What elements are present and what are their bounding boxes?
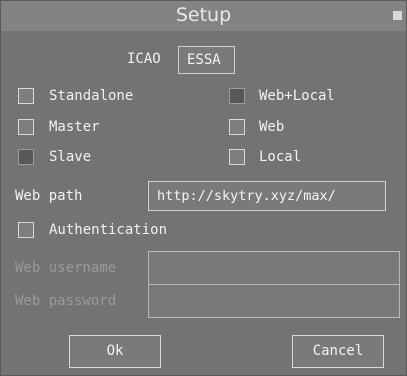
web-username-label: Web username — [15, 260, 117, 276]
web-path-label: Web path — [15, 188, 83, 204]
web-local-label: Web+Local — [259, 88, 335, 104]
title-bar[interactable]: Setup — [1, 1, 406, 31]
local-checkbox[interactable] — [229, 149, 245, 165]
icao-input[interactable]: ESSA — [178, 46, 235, 74]
web-checkbox[interactable] — [229, 119, 245, 135]
authentication-label: Authentication — [49, 222, 168, 238]
web-password-label: Web password — [15, 293, 117, 309]
ok-button[interactable]: Ok — [69, 335, 161, 368]
cancel-button[interactable]: Cancel — [292, 335, 384, 368]
master-checkbox[interactable] — [18, 119, 34, 135]
slave-label: Slave — [49, 149, 92, 165]
icao-label: ICAO — [127, 51, 161, 67]
web-path-input[interactable]: http://skytry.xyz/max/ — [148, 181, 386, 211]
setup-dialog: Setup ICAO ESSA Standalone Master Slave … — [0, 0, 407, 376]
web-label: Web — [259, 119, 285, 135]
slave-checkbox[interactable] — [18, 149, 34, 165]
standalone-checkbox[interactable] — [18, 88, 34, 104]
standalone-label: Standalone — [49, 88, 134, 104]
window-title: Setup — [175, 4, 232, 26]
close-icon[interactable] — [393, 11, 402, 20]
web-local-checkbox[interactable] — [229, 88, 245, 104]
web-username-input[interactable] — [148, 251, 400, 285]
authentication-checkbox[interactable] — [18, 222, 34, 238]
local-label: Local — [259, 149, 302, 165]
master-label: Master — [49, 119, 100, 135]
web-password-input[interactable] — [148, 284, 400, 318]
